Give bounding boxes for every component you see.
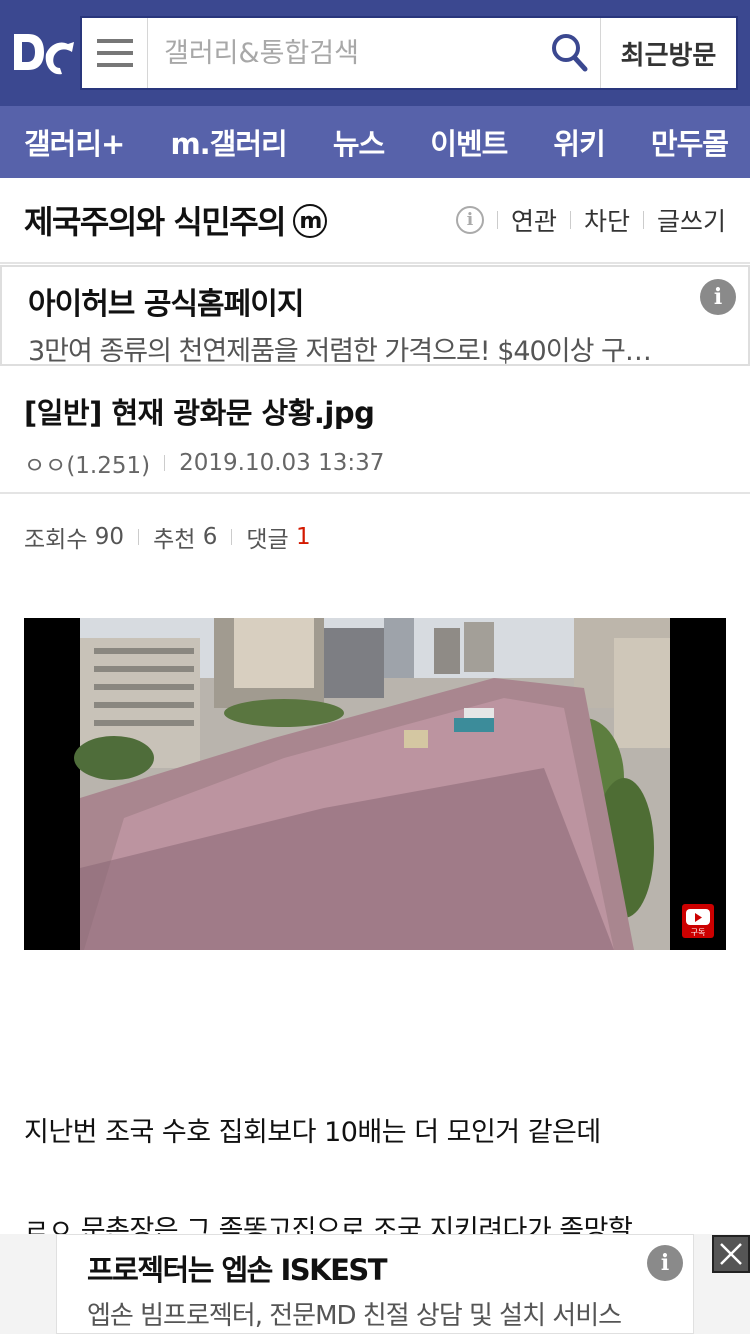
subscribe-label: 구독: [691, 928, 706, 937]
divider: [164, 455, 166, 471]
search-bar: 최근방문: [80, 16, 738, 90]
post-header: [일반] 현재 광화문 상황.jpg ㅇㅇ(1.251) 2019.10.03 …: [0, 366, 750, 494]
post-title: [일반] 현재 광화문 상황.jpg: [24, 396, 375, 430]
info-icon[interactable]: i: [455, 206, 484, 234]
ad-banner-bottom-content[interactable]: 프로젝터는 엡손 ISKEST 엡손 빔프로젝터, 전문MD 친절 상담 및 설…: [56, 1234, 694, 1334]
divider: [569, 211, 571, 229]
comments-label[interactable]: 댓글: [246, 520, 288, 554]
gallery-tools: i 연관 차단 글쓰기: [455, 202, 726, 238]
nav-item-news[interactable]: 뉴스: [333, 121, 385, 163]
ad-banner-bottom: 프로젝터는 엡손 ISKEST 엡손 빔프로젝터, 전문MD 친절 상담 및 설…: [0, 1234, 750, 1334]
subscribe-icon[interactable]: 구독: [682, 904, 714, 938]
search-input[interactable]: [148, 18, 540, 88]
post-body-line: 지난번 조국 수호 집회보다 10배는 더 모인거 같은데: [24, 1117, 601, 1148]
views-label: 조회수: [24, 527, 88, 553]
gallery-title-bar: 제국주의와 식민주의 m i 연관 차단 글쓰기: [0, 178, 750, 264]
nav-item-gallery-plus[interactable]: 갤러리+: [24, 121, 125, 163]
ad-description: 3만여 종류의 천연제품을 저렴한 가격으로! $40이상 구매 시 무료배송: [28, 336, 668, 367]
nav-item-mall[interactable]: 만두몰: [651, 121, 729, 163]
gallery-title-text: 제국주의와 식민주의: [24, 203, 287, 241]
gallery-title[interactable]: 제국주의와 식민주의 m: [24, 197, 328, 243]
top-header: 최근방문: [0, 0, 750, 106]
main-nav: 갤러리+ m.갤러리 뉴스 이벤트 위키 만두몰: [0, 106, 750, 178]
divider: [496, 211, 498, 229]
nav-item-mgallery[interactable]: m.갤러리: [170, 121, 287, 163]
post-stats: 조회수 90 추천 6 댓글 1: [24, 520, 311, 554]
divider: [231, 529, 233, 545]
post-meta: ㅇㅇ(1.251) 2019.10.03 13:37: [24, 446, 726, 480]
divider: [138, 529, 140, 545]
dc-logo-icon[interactable]: [10, 26, 78, 78]
nav-item-wiki[interactable]: 위키: [553, 121, 605, 163]
crowd-photo[interactable]: 구독: [24, 618, 726, 950]
recommend-count: 6: [202, 524, 218, 550]
divider: [642, 211, 644, 229]
info-icon[interactable]: i: [647, 1245, 683, 1281]
block-button[interactable]: 차단: [584, 202, 630, 238]
post-date: 2019.10.03 13:37: [179, 450, 385, 476]
magnifier-icon[interactable]: [540, 18, 600, 88]
info-icon[interactable]: i: [700, 279, 736, 315]
comments-count[interactable]: 1: [296, 524, 311, 550]
ad-title: 프로젝터는 엡손 ISKEST: [87, 1253, 388, 1287]
views-count: 90: [94, 524, 125, 550]
recent-visits-button[interactable]: 최근방문: [600, 18, 736, 88]
related-button[interactable]: 연관: [511, 202, 557, 238]
write-button[interactable]: 글쓰기: [657, 202, 726, 238]
ad-description: 엡손 빔프로젝터, 전문MD 친절 상담 및 설치 서비스: [87, 1301, 622, 1331]
ad-title: 아이허브 공식홈페이지: [28, 287, 304, 322]
recommend-label: 추천: [153, 527, 196, 553]
close-icon[interactable]: [712, 1235, 750, 1273]
hamburger-menu-icon[interactable]: [82, 18, 148, 88]
post-author[interactable]: ㅇㅇ(1.251): [24, 446, 150, 480]
minor-gallery-badge: m: [293, 204, 328, 238]
ad-banner-top[interactable]: 아이허브 공식홈페이지 3만여 종류의 천연제품을 저렴한 가격으로! $40이…: [0, 265, 750, 367]
nav-item-event[interactable]: 이벤트: [430, 121, 508, 163]
